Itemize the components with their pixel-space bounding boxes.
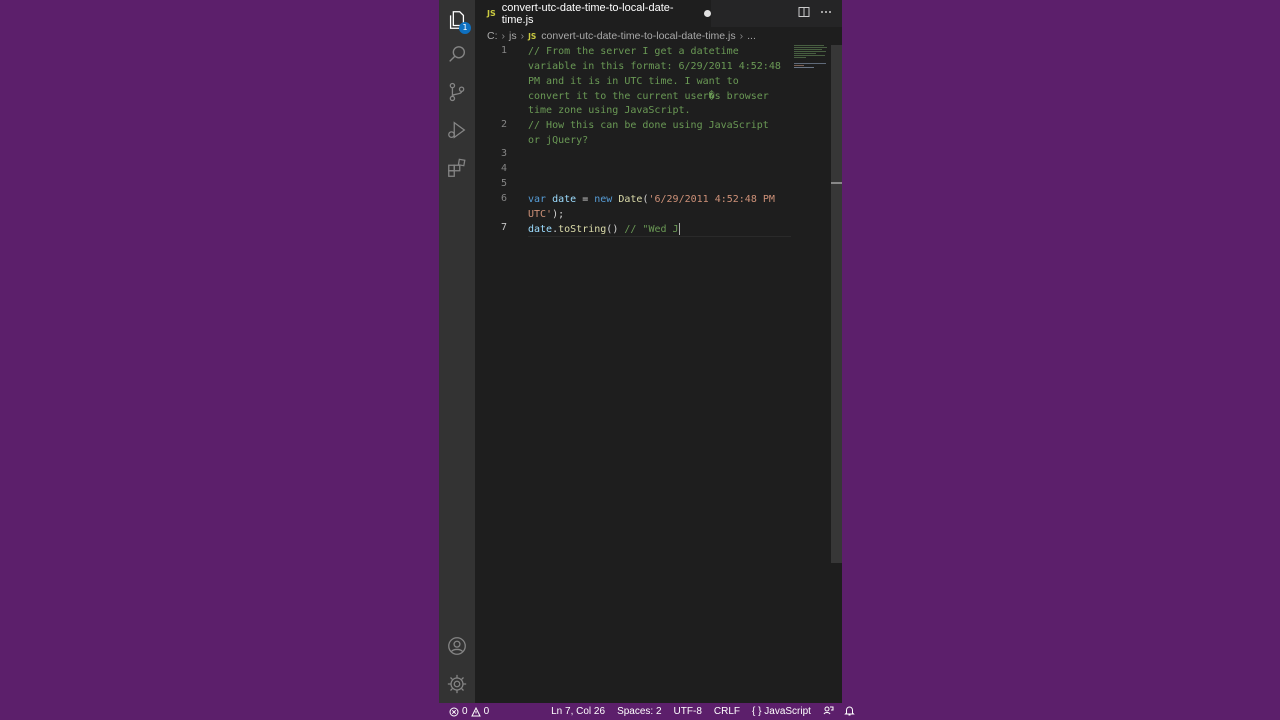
code-line: time zone using JavaScript. bbox=[528, 105, 691, 116]
line-number: 5 bbox=[500, 178, 507, 189]
search-icon[interactable] bbox=[445, 43, 469, 67]
code-editor[interactable]: 1 2 3 4 5 6 7 // From the server I get a… bbox=[475, 45, 831, 703]
source-control-icon[interactable] bbox=[445, 80, 469, 104]
problems-indicator[interactable]: 0 0 bbox=[449, 706, 489, 717]
activity-bar: 1 bbox=[439, 0, 475, 703]
feedback-icon[interactable] bbox=[823, 705, 834, 719]
line-number-active: 7 bbox=[500, 222, 507, 233]
error-count: 0 bbox=[462, 706, 468, 717]
breadcrumb-drive[interactable]: C: bbox=[487, 30, 498, 42]
run-debug-icon[interactable] bbox=[445, 118, 469, 142]
token-function: Date bbox=[618, 194, 643, 205]
token-comment: // "Wed J bbox=[624, 224, 679, 235]
javascript-file-icon: JS bbox=[528, 31, 537, 41]
token-string: UTC' bbox=[528, 209, 553, 220]
line-number: 2 bbox=[500, 119, 507, 130]
minimap-line bbox=[794, 67, 814, 68]
vscode-window: 1 JS convert-utc-date-time-to-local-date… bbox=[439, 0, 855, 720]
breadcrumb-file[interactable]: convert-utc-date-time-to-local-date-time… bbox=[541, 30, 735, 42]
settings-gear-icon[interactable] bbox=[445, 672, 469, 696]
code-line: // From the server I get a datetime bbox=[528, 46, 739, 57]
notifications-bell-icon[interactable] bbox=[844, 705, 855, 719]
token-function: toString bbox=[558, 224, 607, 235]
chevron-right-icon: › bbox=[501, 30, 506, 42]
tab-title: convert-utc-date-time-to-local-date-time… bbox=[501, 1, 674, 26]
minimap-line bbox=[794, 49, 822, 50]
line-number: 3 bbox=[500, 148, 507, 159]
breadcrumb-more[interactable]: ... bbox=[747, 30, 756, 42]
encoding[interactable]: UTF-8 bbox=[674, 706, 702, 717]
language-mode[interactable]: { } JavaScript bbox=[752, 706, 811, 717]
unsaved-dot-icon[interactable] bbox=[704, 10, 711, 17]
code-line: PM and it is in UTC time. I want to bbox=[528, 76, 739, 87]
status-bar: 0 0 Ln 7, Col 26 Spaces: 2 UTF-8 CRLF { … bbox=[439, 703, 855, 720]
tab-actions bbox=[798, 6, 832, 21]
scrollbar-cursor-marker bbox=[831, 182, 842, 184]
account-icon[interactable] bbox=[445, 634, 469, 658]
token-keyword: new bbox=[594, 194, 613, 205]
end-of-line[interactable]: CRLF bbox=[714, 706, 740, 717]
token-variable: date bbox=[552, 194, 577, 205]
minimap-line bbox=[794, 63, 826, 64]
warning-count: 0 bbox=[483, 706, 490, 717]
token-variable: date bbox=[528, 224, 553, 235]
error-icon bbox=[449, 707, 459, 716]
extensions-icon[interactable] bbox=[445, 156, 469, 180]
vertical-scrollbar[interactable] bbox=[831, 45, 842, 563]
minimap-line bbox=[794, 53, 816, 54]
explorer-icon[interactable]: 1 bbox=[445, 8, 471, 34]
tab-bar: JS convert-utc-date-time-to-local-date-t… bbox=[475, 0, 842, 27]
more-actions-icon[interactable] bbox=[820, 6, 832, 21]
minimap-line bbox=[794, 55, 825, 56]
line-number: 4 bbox=[500, 163, 507, 174]
minimap[interactable] bbox=[794, 45, 830, 105]
token-paren: () bbox=[606, 224, 625, 235]
minimap-line bbox=[794, 65, 804, 66]
line-number: 6 bbox=[500, 193, 507, 204]
breadcrumb-folder[interactable]: js bbox=[509, 30, 517, 42]
cursor-position[interactable]: Ln 7, Col 26 bbox=[551, 706, 605, 717]
token-string: '6/29/2011 4:52:48 PM bbox=[648, 194, 775, 205]
minimap-line bbox=[794, 51, 826, 52]
warning-icon bbox=[470, 706, 481, 716]
token-operator: = bbox=[576, 194, 595, 205]
tab-active-file[interactable]: JS convert-utc-date-time-to-local-date-t… bbox=[475, 0, 711, 27]
code-line: date.toString() // "Wed J bbox=[528, 222, 680, 237]
minimap-line bbox=[794, 47, 827, 48]
minimap-line bbox=[794, 57, 806, 58]
minimap-line bbox=[794, 45, 824, 46]
code-line: UTC'); bbox=[528, 207, 564, 222]
chevron-right-icon: › bbox=[520, 30, 525, 42]
code-line: // How this can be done using JavaScript bbox=[528, 120, 769, 131]
indentation[interactable]: Spaces: 2 bbox=[617, 706, 661, 717]
javascript-file-icon: JS bbox=[487, 9, 496, 18]
split-editor-icon[interactable] bbox=[798, 6, 810, 21]
text-cursor bbox=[678, 223, 680, 235]
code-line: var date = new Date('6/29/2011 4:52:48 P… bbox=[528, 192, 775, 207]
code-line: or jQuery? bbox=[528, 135, 589, 146]
explorer-badge: 1 bbox=[459, 22, 471, 34]
chevron-right-icon: › bbox=[739, 30, 744, 42]
token-punctuation: ); bbox=[552, 209, 565, 220]
breadcrumb: C: › js › JS convert-utc-date-time-to-lo… bbox=[475, 27, 842, 45]
language-label: JavaScript bbox=[764, 706, 811, 717]
token-keyword: var bbox=[528, 194, 547, 205]
line-number: 1 bbox=[500, 45, 507, 56]
code-line: variable in this format: 6/29/2011 4:52:… bbox=[528, 61, 781, 72]
braces-icon: { } bbox=[752, 706, 762, 717]
code-line: convert it to the current user�s browser bbox=[528, 91, 769, 102]
